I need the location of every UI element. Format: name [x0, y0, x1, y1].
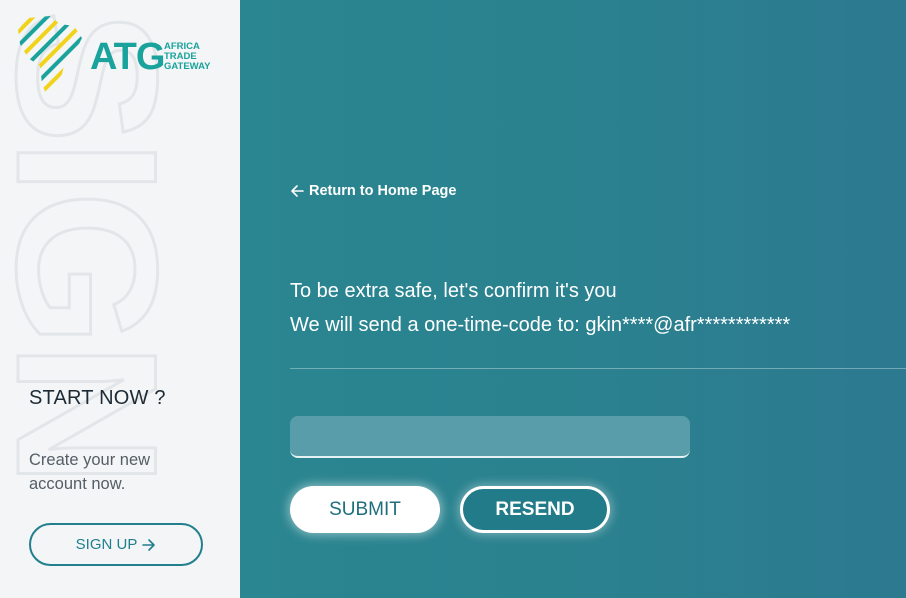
return-home-link[interactable]: Return to Home Page [290, 183, 456, 199]
logo-abbr: ATG [90, 36, 165, 78]
confirm-heading: To be extra safe, let's confirm it's you [290, 280, 617, 302]
arrow-right-icon [142, 538, 156, 551]
africa-map-logo-icon [18, 16, 82, 94]
return-home-label: Return to Home Page [309, 183, 457, 199]
main-panel: Return to Home Page To be extra safe, le… [240, 0, 906, 598]
arrow-left-icon [291, 185, 304, 197]
one-time-code-input[interactable] [290, 416, 690, 458]
start-now-description: Create your new account now. [29, 451, 151, 493]
start-now-heading: START NOW ? [29, 387, 166, 409]
logo-name: AFRICA TRADE GATEWAY [164, 42, 234, 72]
submit-button[interactable]: SUBMIT [290, 486, 440, 533]
divider [290, 368, 906, 369]
logo-name-line: GATEWAY [164, 61, 211, 72]
one-time-code-message: We will send a one-time-code to: gkin***… [290, 314, 791, 336]
resend-button[interactable]: RESEND [460, 486, 610, 533]
sidebar: SIGN ATG AFRICA TRADE GATEWAY START NOW … [0, 0, 240, 598]
sign-up-button[interactable]: SIGN UP [29, 523, 203, 566]
sign-up-label: SIGN UP [75, 536, 138, 553]
atg-logo[interactable]: ATG AFRICA TRADE GATEWAY [16, 14, 226, 98]
